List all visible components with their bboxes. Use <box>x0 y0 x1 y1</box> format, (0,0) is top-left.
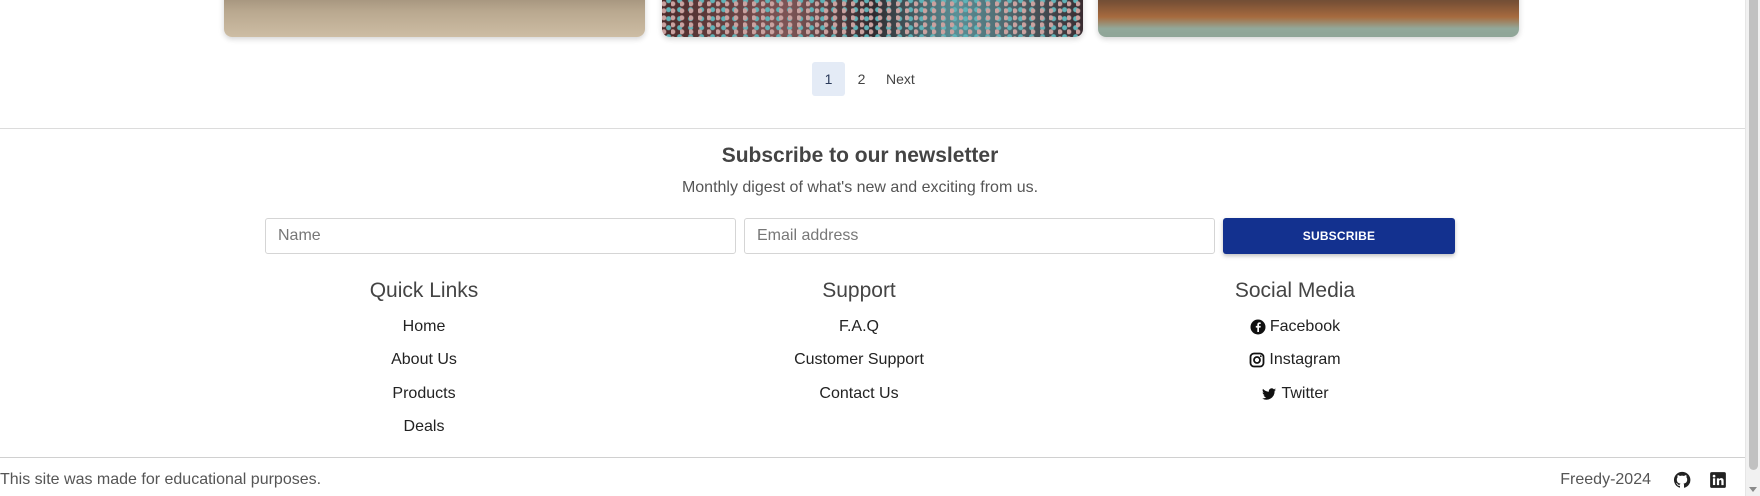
quick-link-home[interactable]: Home <box>274 310 574 344</box>
social-link-twitter[interactable]: Twitter <box>1145 377 1445 411</box>
page-1-button[interactable]: 1 <box>812 62 845 96</box>
footer-copyright: Freedy-2024 <box>1560 471 1651 488</box>
linkedin-icon[interactable] <box>1709 471 1727 489</box>
social-media-column: Social Media Facebook Instagram Twitter <box>1145 276 1445 411</box>
quick-links-column: Quick Links Home About Us Products Deals <box>274 276 574 444</box>
newsletter-subtitle: Monthly digest of what's new and excitin… <box>681 179 1039 196</box>
instagram-icon <box>1249 352 1265 368</box>
quick-links-title: Quick Links <box>369 279 479 302</box>
support-title: Support <box>822 279 896 302</box>
support-link-customer-support[interactable]: Customer Support <box>709 344 1009 378</box>
product-card-image[interactable] <box>1098 0 1519 37</box>
product-card-image[interactable] <box>662 0 1083 37</box>
footer-note: This site was made for educational purpo… <box>0 471 322 488</box>
newsletter-title: Subscribe to our newsletter <box>721 144 999 167</box>
name-input[interactable] <box>265 218 736 254</box>
divider <box>0 128 1745 129</box>
github-icon[interactable] <box>1673 471 1691 489</box>
support-link-faq[interactable]: F.A.Q <box>709 310 1009 344</box>
social-link-label: Facebook <box>1269 317 1341 335</box>
footer-bar: This site was made for educational purpo… <box>0 468 1745 492</box>
product-card-image[interactable] <box>224 0 645 37</box>
subscribe-button[interactable]: SUBSCRIBE <box>1223 218 1455 254</box>
social-link-label: Instagram <box>1269 351 1341 369</box>
next-page-button[interactable]: Next <box>878 62 923 96</box>
quick-link-about-us[interactable]: About Us <box>274 344 574 378</box>
quick-link-products[interactable]: Products <box>274 377 574 411</box>
page: 1 2 Next Subscribe to our newsletter Mon… <box>0 0 1745 496</box>
social-media-title: Social Media <box>1234 279 1356 302</box>
scroll-down-arrow-icon[interactable] <box>1749 487 1757 492</box>
scrollbar-thumb[interactable] <box>1749 0 1758 470</box>
support-column: Support F.A.Q Customer Support Contact U… <box>709 276 1009 411</box>
email-input[interactable] <box>744 218 1215 254</box>
pagination: 1 2 Next <box>812 62 923 96</box>
support-link-contact-us[interactable]: Contact Us <box>709 377 1009 411</box>
facebook-icon <box>1250 319 1266 335</box>
social-link-label: Twitter <box>1281 384 1329 402</box>
page-2-button[interactable]: 2 <box>845 62 878 96</box>
quick-link-deals[interactable]: Deals <box>274 411 574 445</box>
social-link-facebook[interactable]: Facebook <box>1145 310 1445 344</box>
twitter-icon <box>1261 386 1277 402</box>
page-scrollbar[interactable] <box>1745 0 1760 496</box>
social-link-instagram[interactable]: Instagram <box>1145 344 1445 378</box>
divider <box>0 457 1745 458</box>
